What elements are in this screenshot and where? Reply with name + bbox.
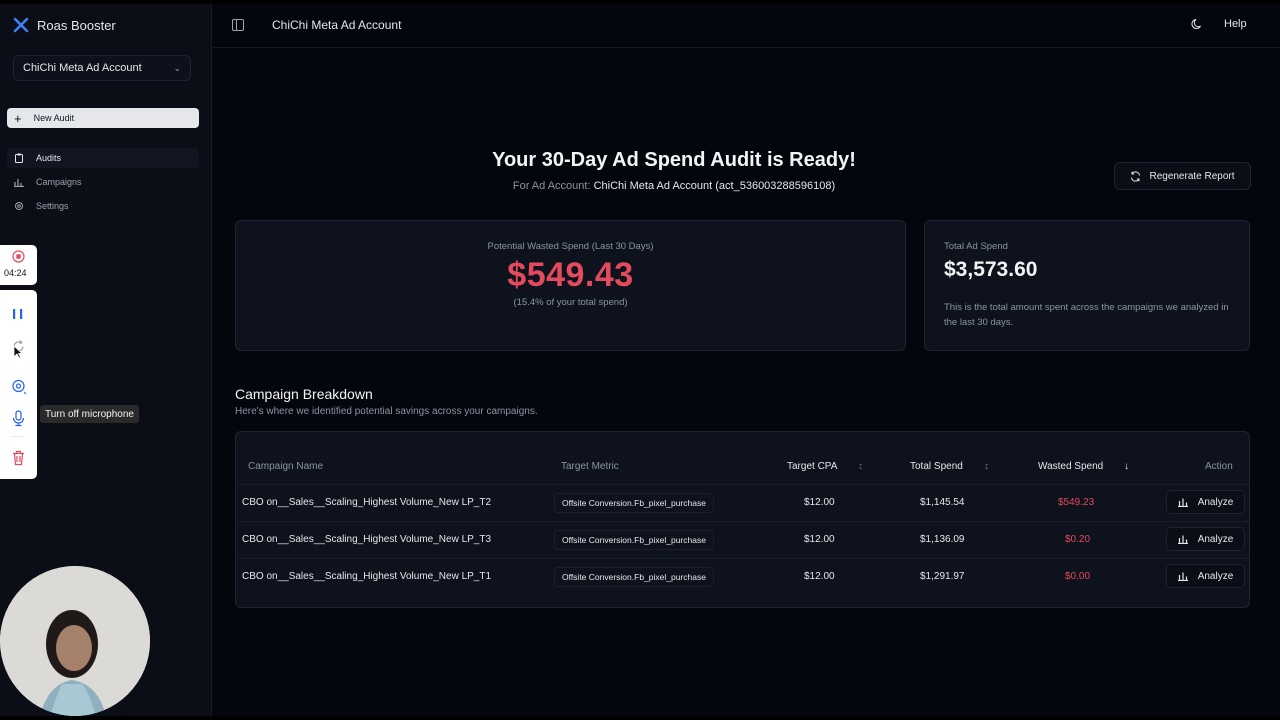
sidebar-item-campaigns[interactable]: Campaigns [7,172,199,192]
account-prefix: For Ad Account: [512,180,591,192]
refresh-icon [1131,170,1141,182]
total-spend-value: $3,573.60 [944,258,1038,281]
wasted-spend-card: Potential Wasted Spend (Last 30 Days) $5… [235,220,906,351]
sidebar-toggle-icon[interactable] [232,19,244,31]
breakdown-subtitle: Here's where we identified potential sav… [235,406,538,417]
help-link[interactable]: Help [1224,18,1247,30]
target-cpa: $12.00 [804,571,835,582]
analyze-button[interactable]: Analyze [1166,564,1245,588]
stop-record-icon[interactable] [12,250,25,263]
recorder-status: 04:24 [0,245,37,285]
campaign-table: Campaign Name Target Metric Target CPA ↕… [235,431,1250,608]
wasted-spend: $0.00 [1065,571,1091,582]
header-wasted-spend[interactable]: Wasted Spend [1038,461,1103,472]
toolbar-divider [11,436,25,437]
mouse-cursor-icon [13,345,23,359]
webcam-icon[interactable] [11,379,27,395]
bar-chart-icon [1177,535,1188,544]
analyze-label: Analyze [1197,496,1234,508]
header-total-spend[interactable]: Total Spend [910,461,963,472]
table-row: CBO on__Sales__Scaling_Highest Volume_Ne… [236,521,1249,559]
account-select-value: ChiChi Meta Ad Account [23,62,142,74]
sort-desc-icon[interactable]: ↓ [1124,461,1129,472]
wasted-spend-label: Potential Wasted Spend (Last 30 Days) [487,241,654,252]
sort-icon[interactable]: ↕ [858,461,863,472]
new-audit-label: New Audit [33,113,75,123]
account-select[interactable]: ChiChi Meta Ad Account ⌄ [13,55,191,81]
sidebar-item-label: Audits [36,153,62,163]
app-name: Roas Booster [37,17,116,33]
top-bar: ChiChi Meta Ad Account Help [212,4,1280,48]
header-target-cpa[interactable]: Target CPA [787,461,837,472]
moon-icon[interactable] [1191,18,1203,30]
analyze-label: Analyze [1197,570,1234,582]
target-metric-badge: Offsite Conversion.Fb_pixel_purchase [554,530,714,550]
page-title: ChiChi Meta Ad Account [272,18,402,32]
presenter-image [0,566,150,716]
analyze-label: Analyze [1197,533,1234,545]
gear-icon [15,202,23,210]
account-id: ChiChi Meta Ad Account (act_536003288596… [593,180,836,192]
target-cpa: $12.00 [804,534,835,545]
wasted-spend: $549.23 [1058,497,1095,508]
chevron-down-icon: ⌄ [173,62,181,73]
brand[interactable]: Roas Booster [13,17,116,33]
campaign-name: CBO on__Sales__Scaling_Highest Volume_Ne… [242,571,492,582]
audit-headline: Your 30-Day Ad Spend Audit is Ready! [492,149,856,171]
analyze-button[interactable]: Analyze [1166,490,1245,514]
bar-chart-icon [1177,498,1188,507]
analyze-button[interactable]: Analyze [1166,527,1245,551]
logo-x-icon [13,17,29,33]
webcam-bubble [0,566,150,716]
sort-icon[interactable]: ↕ [984,461,989,472]
wasted-spend-percent: (15.4% of your total spend) [513,297,628,308]
sidebar-nav: Audits Campaigns Settings [7,148,199,220]
wasted-spend-value: $549.43 [507,256,634,294]
microphone-tooltip: Turn off microphone [40,405,139,423]
sidebar-item-audits[interactable]: Audits [7,148,199,168]
app-window: Roas Booster ChiChi Meta Ad Account ⌄ + … [0,4,1280,716]
regenerate-label: Regenerate Report [1149,170,1235,182]
total-spend-card: Total Ad Spend $3,573.60 This is the tot… [924,220,1250,351]
target-metric-badge: Offsite Conversion.Fb_pixel_purchase [554,493,714,513]
total-spend: $1,291.97 [920,571,965,582]
recorder-toolbar [0,290,37,479]
sidebar-item-settings[interactable]: Settings [7,196,199,216]
total-spend: $1,145.54 [920,497,965,508]
table-row: CBO on__Sales__Scaling_Highest Volume_Ne… [236,484,1249,522]
bar-chart-icon [14,179,24,187]
plus-icon: + [14,110,22,126]
recording-time: 04:24 [4,268,27,278]
total-spend-label: Total Ad Spend [944,241,1008,252]
bar-chart-icon [1177,572,1188,581]
header-action: Action [1205,461,1233,472]
sidebar-item-label: Campaigns [36,177,82,187]
sidebar-item-label: Settings [36,201,69,211]
trash-icon[interactable] [11,450,26,466]
total-spend: $1,136.09 [920,534,965,545]
clipboard-icon [15,153,23,163]
new-audit-button[interactable]: + New Audit [7,108,199,128]
wasted-spend: $0.20 [1065,534,1091,545]
total-spend-description: This is the total amount spent across th… [944,302,1229,328]
breakdown-title: Campaign Breakdown [235,386,373,402]
header-campaign-name: Campaign Name [248,461,324,472]
microphone-icon[interactable] [11,410,27,427]
campaign-name: CBO on__Sales__Scaling_Highest Volume_Ne… [242,497,492,508]
regenerate-report-button[interactable]: Regenerate Report [1114,162,1251,190]
audit-subtitle: For Ad Account: ChiChi Meta Ad Account (… [212,180,1136,192]
table-row: CBO on__Sales__Scaling_Highest Volume_Ne… [236,558,1249,596]
target-metric-badge: Offsite Conversion.Fb_pixel_purchase [554,567,714,587]
campaign-name: CBO on__Sales__Scaling_Highest Volume_Ne… [242,534,492,545]
target-cpa: $12.00 [804,497,835,508]
pause-icon[interactable] [11,308,26,320]
header-target-metric: Target Metric [561,461,619,472]
